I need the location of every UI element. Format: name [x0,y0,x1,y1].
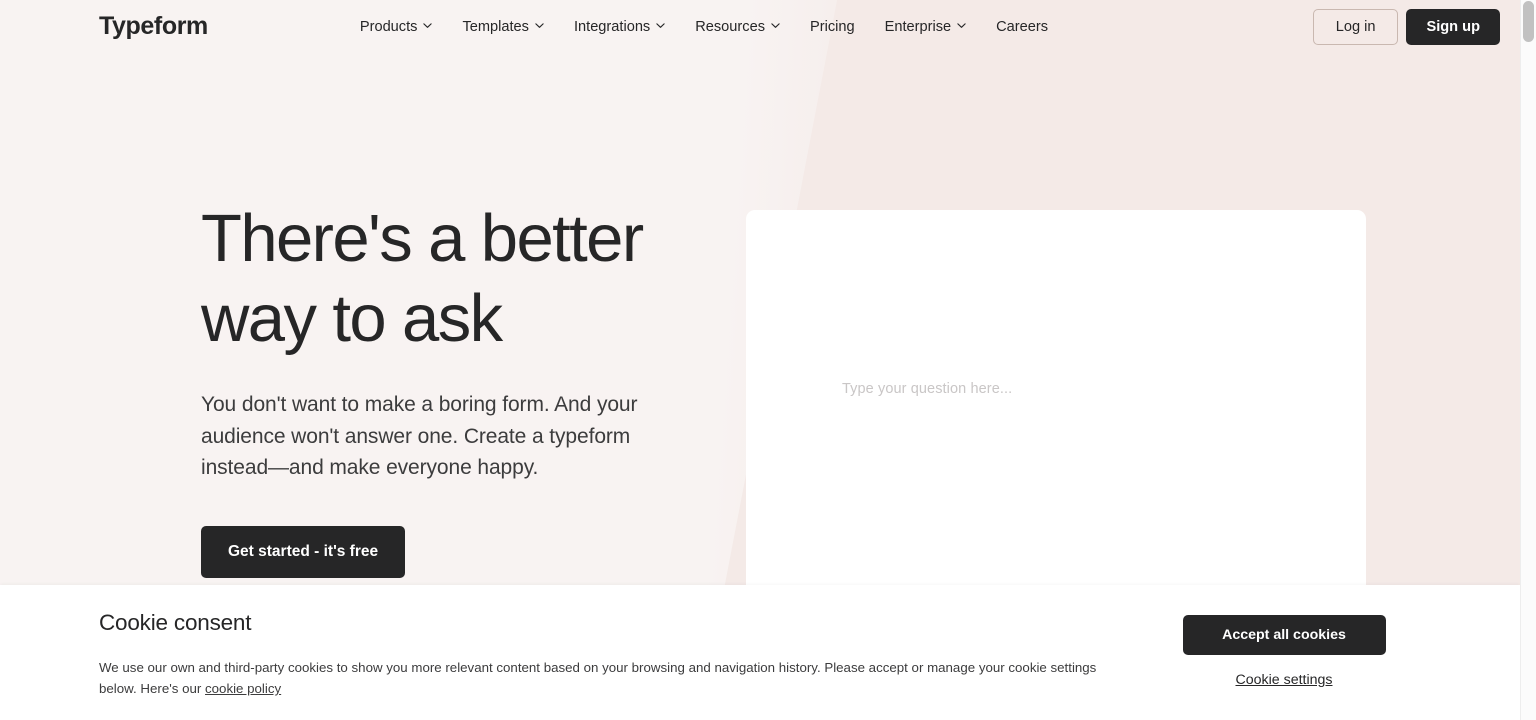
cookie-consent-banner: Cookie consent We use our own and third-… [0,585,1520,720]
nav-actions: Log in Sign up [1312,8,1500,45]
login-button[interactable]: Log in [1312,8,1399,45]
cookie-banner-text-block: Cookie consent We use our own and third-… [99,610,1134,699]
nav-item-careers[interactable]: Careers [996,19,1048,35]
chevron-down-icon [957,21,966,30]
nav-item-products[interactable]: Products [360,19,433,35]
cookie-banner-description: We use our own and third-party cookies t… [99,657,1134,699]
hero-content: There's a better way to ask You don't wa… [201,199,721,578]
nav-item-label: Templates [462,18,529,35]
get-started-button[interactable]: Get started - it's free [201,525,406,578]
nav-item-enterprise[interactable]: Enterprise [885,19,967,35]
chevron-down-icon [423,21,433,30]
chevron-down-icon [656,21,665,30]
nav-item-label: Enterprise [884,18,952,35]
chevron-down-icon [771,21,780,30]
nav-item-resources[interactable]: Resources [695,19,780,35]
nav-links: Products Templates Integrations Resource… [360,19,1048,35]
nav-item-label: Resources [695,18,765,35]
hero-title-line-2: way to ask [201,281,503,356]
nav-item-label: Pricing [810,18,855,35]
chevron-down-icon [535,21,544,30]
nav-item-integrations[interactable]: Integrations [574,19,665,35]
nav-item-templates[interactable]: Templates [462,19,544,35]
cookie-policy-link[interactable]: cookie policy [205,681,281,696]
scrollbar-thumb[interactable] [1523,1,1534,42]
vertical-scrollbar[interactable] [1520,0,1536,720]
cookie-banner-actions: Accept all cookies Cookie settings [1134,610,1434,688]
nav-item-label: Products [359,18,418,35]
typeform-logo[interactable]: Typeform [99,12,208,41]
hero-title-line-1: There's a better [201,201,644,276]
accept-all-cookies-button[interactable]: Accept all cookies [1182,615,1386,655]
signup-button[interactable]: Sign up [1406,8,1500,45]
cookie-banner-title: Cookie consent [99,610,252,635]
page-title: There's a better way to ask [201,199,721,359]
main-navigation: Typeform Products Templates Integrations… [0,0,1520,53]
cookie-settings-button[interactable]: Cookie settings [1236,672,1333,688]
nav-item-label: Careers [996,18,1049,35]
nav-item-pricing[interactable]: Pricing [810,19,855,35]
hero-subtitle: You don't want to make a boring form. An… [201,393,638,479]
nav-item-label: Integrations [573,18,651,35]
question-placeholder-text: Type your question here... [842,381,1013,397]
form-preview-card[interactable]: Type your question here... [746,210,1366,586]
